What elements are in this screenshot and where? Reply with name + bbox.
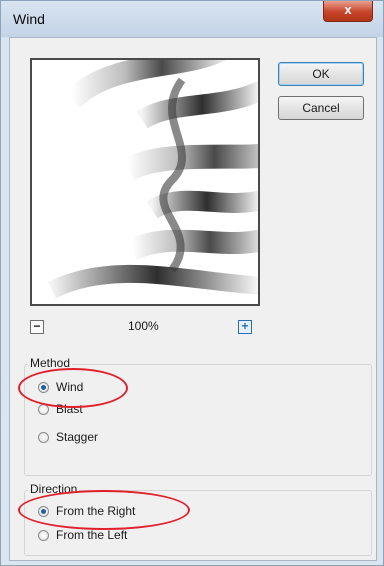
zoom-level: 100% [128,319,159,333]
zoom-out-button[interactable]: − [30,320,44,334]
plus-icon: + [241,319,249,333]
close-button[interactable]: x [323,1,373,22]
direction-left-option[interactable]: From the Left [38,528,127,542]
title-bar[interactable]: Wind x [1,1,383,37]
preview-image [32,60,258,304]
filter-preview[interactable] [30,58,260,306]
radio-label: From the Left [56,528,128,542]
radio-button[interactable] [38,529,49,541]
radio-label: Stagger [56,430,99,444]
highlight-ellipse-wind [18,368,128,408]
minus-icon: − [33,319,41,333]
close-icon: x [344,2,352,17]
wind-dialog: Wind x OK Cancel − 100% + Method Wind Bl… [0,0,384,566]
radio-button[interactable] [38,431,49,443]
zoom-in-button[interactable]: + [238,320,252,334]
highlight-ellipse-direction [18,490,190,530]
dialog-title: Wind [13,11,45,27]
cancel-button[interactable]: Cancel [278,96,364,120]
ok-button[interactable]: OK [278,62,364,86]
dialog-client-area: OK Cancel − 100% + Method Wind Blast Sta… [9,37,377,561]
method-stagger-option[interactable]: Stagger [38,430,98,444]
